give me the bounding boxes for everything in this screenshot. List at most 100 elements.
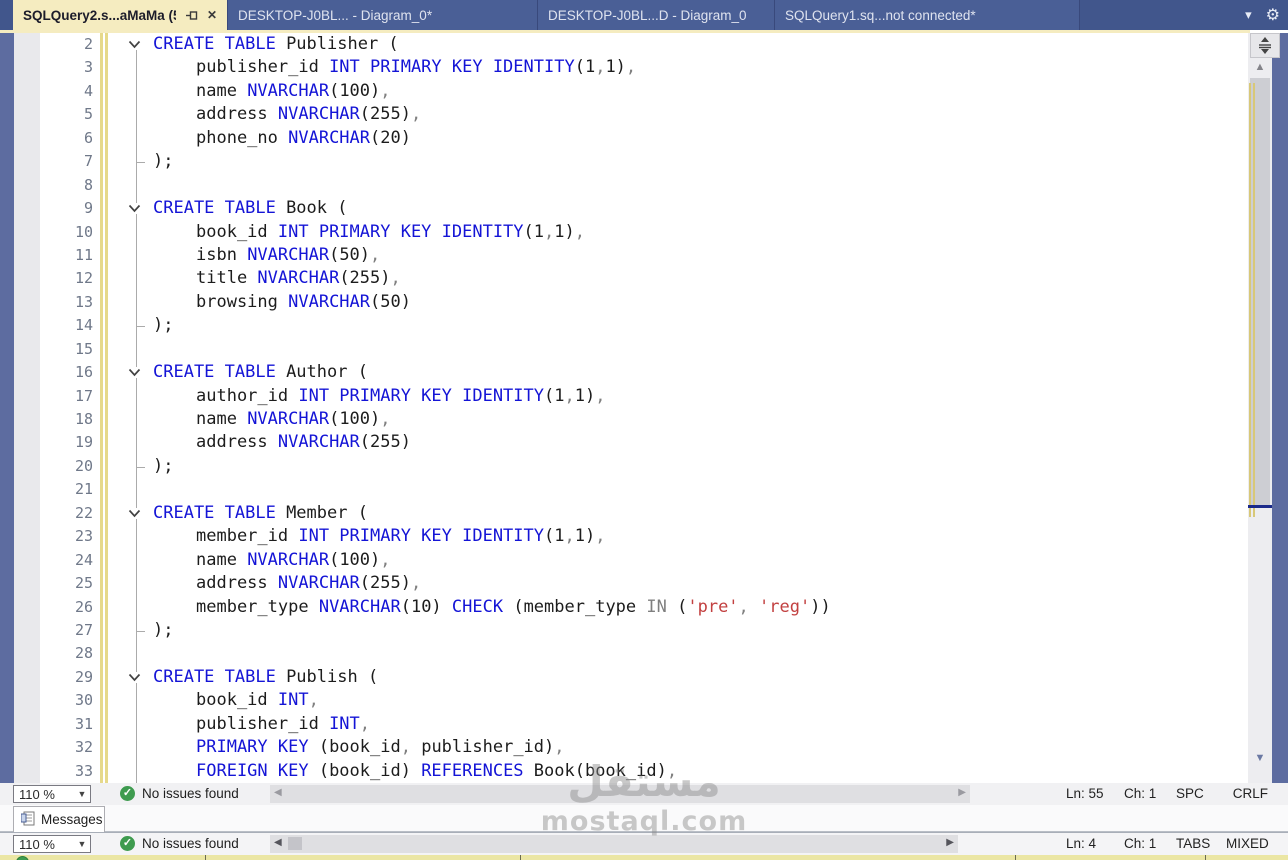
code-line[interactable]: 13 browsing NVARCHAR(50) (0, 291, 1248, 314)
fold-chevron-icon[interactable] (127, 39, 141, 50)
line-number: 7 (83, 152, 93, 171)
code-line[interactable]: 30 book_id INT, (0, 689, 1248, 712)
scroll-right-icon[interactable]: ▶ (946, 837, 954, 848)
fold-chevron-icon[interactable] (127, 367, 141, 379)
hscrollbar-thumb[interactable] (288, 837, 302, 850)
code-line[interactable]: 21 (0, 478, 1248, 501)
scroll-up-icon[interactable]: ▲ (1248, 61, 1272, 73)
scroll-left-icon[interactable]: ◀ (274, 837, 282, 848)
chevron-down-icon: ▼ (77, 839, 87, 849)
code-line[interactable]: 29 CREATE TABLE Publish ( (0, 666, 1248, 689)
code-line[interactable]: 10 book_id INT PRIMARY KEY IDENTITY(1,1)… (0, 221, 1248, 244)
tab-sqlquery2[interactable]: SQLQuery2.s...aMaMa (54))* ✕ (13, 0, 228, 30)
line-indicator: Ln: 55 (1066, 786, 1104, 801)
messages-icon (20, 811, 35, 829)
scroll-right-icon[interactable]: ▶ (958, 787, 966, 798)
code-line[interactable]: 24 name NVARCHAR(100), (0, 549, 1248, 572)
document-tab-bar: SQLQuery2.s...aMaMa (54))* ✕ DESKTOP-J0B… (0, 0, 1288, 30)
fold-end-tick (137, 162, 145, 164)
code-line[interactable]: 9 CREATE TABLE Book ( (0, 197, 1248, 220)
code-line[interactable]: 8 (0, 174, 1248, 197)
line-number: 11 (74, 245, 93, 264)
code-line[interactable]: 26 member_type NVARCHAR(10) CHECK (membe… (0, 596, 1248, 619)
fold-chevron-icon[interactable] (127, 671, 141, 683)
zoom-select[interactable]: 110 % ▼ (13, 835, 91, 853)
code-text: isbn NVARCHAR(50), (153, 244, 381, 265)
line-number: 17 (74, 386, 93, 405)
line-number: 30 (74, 691, 93, 710)
tab-label: SQLQuery1.sq...not connected* (785, 7, 976, 23)
code-line[interactable]: 19 address NVARCHAR(255) (0, 431, 1248, 454)
scrollbar-change-marks (1249, 83, 1255, 517)
line-number: 19 (74, 433, 93, 452)
code-line[interactable]: 12 title NVARCHAR(255), (0, 267, 1248, 290)
line-number: 12 (74, 269, 93, 288)
fold-end-tick (137, 466, 145, 468)
code-line[interactable]: 31 publisher_id INT, (0, 713, 1248, 736)
line-number: 25 (74, 574, 93, 593)
code-line[interactable]: 2 CREATE TABLE Publisher ( (0, 33, 1248, 56)
code-text: name NVARCHAR(100), (153, 80, 391, 101)
code-text: address NVARCHAR(255), (153, 104, 422, 125)
zoom-select[interactable]: 110 % ▼ (13, 785, 91, 803)
right-window-edge (1272, 33, 1288, 783)
tab-diagram0-unsaved[interactable]: DESKTOP-J0BL... - Diagram_0* (228, 0, 538, 30)
fold-chevron-icon[interactable] (127, 507, 141, 519)
line-number: 33 (74, 761, 93, 780)
issues-status: No issues found (142, 836, 239, 851)
line-indicator: Ln: 4 (1066, 836, 1097, 851)
horizontal-scrollbar[interactable]: ◀ ▶ (270, 835, 958, 853)
line-number: 4 (83, 81, 93, 100)
code-line[interactable]: 27); (0, 619, 1248, 642)
code-line[interactable]: 14); (0, 314, 1248, 337)
code-line[interactable]: 28 (0, 642, 1248, 665)
line-number: 21 (74, 480, 93, 499)
tab-sqlquery1[interactable]: SQLQuery1.sq...not connected* (775, 0, 1080, 30)
line-number: 20 (74, 456, 93, 475)
code-line[interactable]: 3 publisher_id INT PRIMARY KEY IDENTITY(… (0, 56, 1248, 79)
code-text: ); (153, 315, 174, 336)
close-icon[interactable]: ✕ (207, 9, 217, 21)
code-line[interactable]: 22 CREATE TABLE Member ( (0, 502, 1248, 525)
code-line[interactable]: 17 author_id INT PRIMARY KEY IDENTITY(1,… (0, 385, 1248, 408)
fold-chevron-icon[interactable] (127, 203, 141, 215)
code-line[interactable]: 11 isbn NVARCHAR(50), (0, 244, 1248, 267)
line-number: 9 (83, 199, 93, 218)
tab-diagram0[interactable]: DESKTOP-J0BL...D - Diagram_0 (538, 0, 775, 30)
code-line[interactable]: 7); (0, 150, 1248, 173)
tabbar-actions: ▾ ⚙ (1245, 0, 1280, 30)
code-text: ); (153, 619, 174, 640)
code-text: CREATE TABLE Book ( (153, 198, 348, 219)
code-line[interactable]: 15 (0, 338, 1248, 361)
code-rows: 2 CREATE TABLE Publisher (3 publisher_id … (0, 33, 1248, 783)
tab-messages[interactable]: Messages (13, 806, 105, 832)
code-line[interactable]: 25 address NVARCHAR(255), (0, 572, 1248, 595)
code-line[interactable]: 18 name NVARCHAR(100), (0, 408, 1248, 431)
vertical-scrollbar[interactable]: ▲ ▼ (1248, 33, 1272, 783)
code-line[interactable]: 16 CREATE TABLE Author ( (0, 361, 1248, 384)
code-line[interactable]: 6 phone_no NVARCHAR(20) (0, 127, 1248, 150)
gear-icon[interactable]: ⚙ (1266, 5, 1280, 25)
code-line[interactable]: 20); (0, 455, 1248, 478)
caret-position: Ln: 4 Ch: 1 TABS MIXED (1066, 836, 1269, 851)
line-number: 18 (74, 410, 93, 428)
code-line[interactable]: 32 PRIMARY KEY (book_id, publisher_id), (0, 736, 1248, 759)
code-line[interactable]: 4 name NVARCHAR(100), (0, 80, 1248, 103)
scroll-left-icon[interactable]: ◀ (274, 787, 282, 798)
zoom-value: 110 % (19, 786, 55, 802)
code-text: member_id INT PRIMARY KEY IDENTITY(1,1), (153, 526, 606, 547)
chevron-down-icon[interactable]: ▾ (1245, 7, 1252, 23)
code-editor[interactable]: 2 CREATE TABLE Publisher (3 publisher_id … (0, 33, 1288, 783)
code-text: ); (153, 151, 174, 172)
code-text: name NVARCHAR(100), (153, 409, 391, 429)
code-text: PRIMARY KEY (book_id, publisher_id), (196, 737, 565, 758)
tab-label: SQLQuery2.s...aMaMa (54))* (23, 7, 176, 23)
scroll-down-icon[interactable]: ▼ (1248, 752, 1272, 764)
pin-icon[interactable] (185, 9, 199, 22)
code-line[interactable]: 23 member_id INT PRIMARY KEY IDENTITY(1,… (0, 525, 1248, 548)
code-line[interactable]: 5 address NVARCHAR(255), (0, 103, 1248, 126)
horizontal-scrollbar[interactable]: ◀ ▶ (270, 785, 970, 803)
splitter-button[interactable] (1250, 33, 1280, 58)
code-line[interactable]: 33 FOREIGN KEY (book_id) REFERENCES Book… (0, 760, 1248, 783)
char-indicator: Ch: 1 (1124, 786, 1157, 801)
